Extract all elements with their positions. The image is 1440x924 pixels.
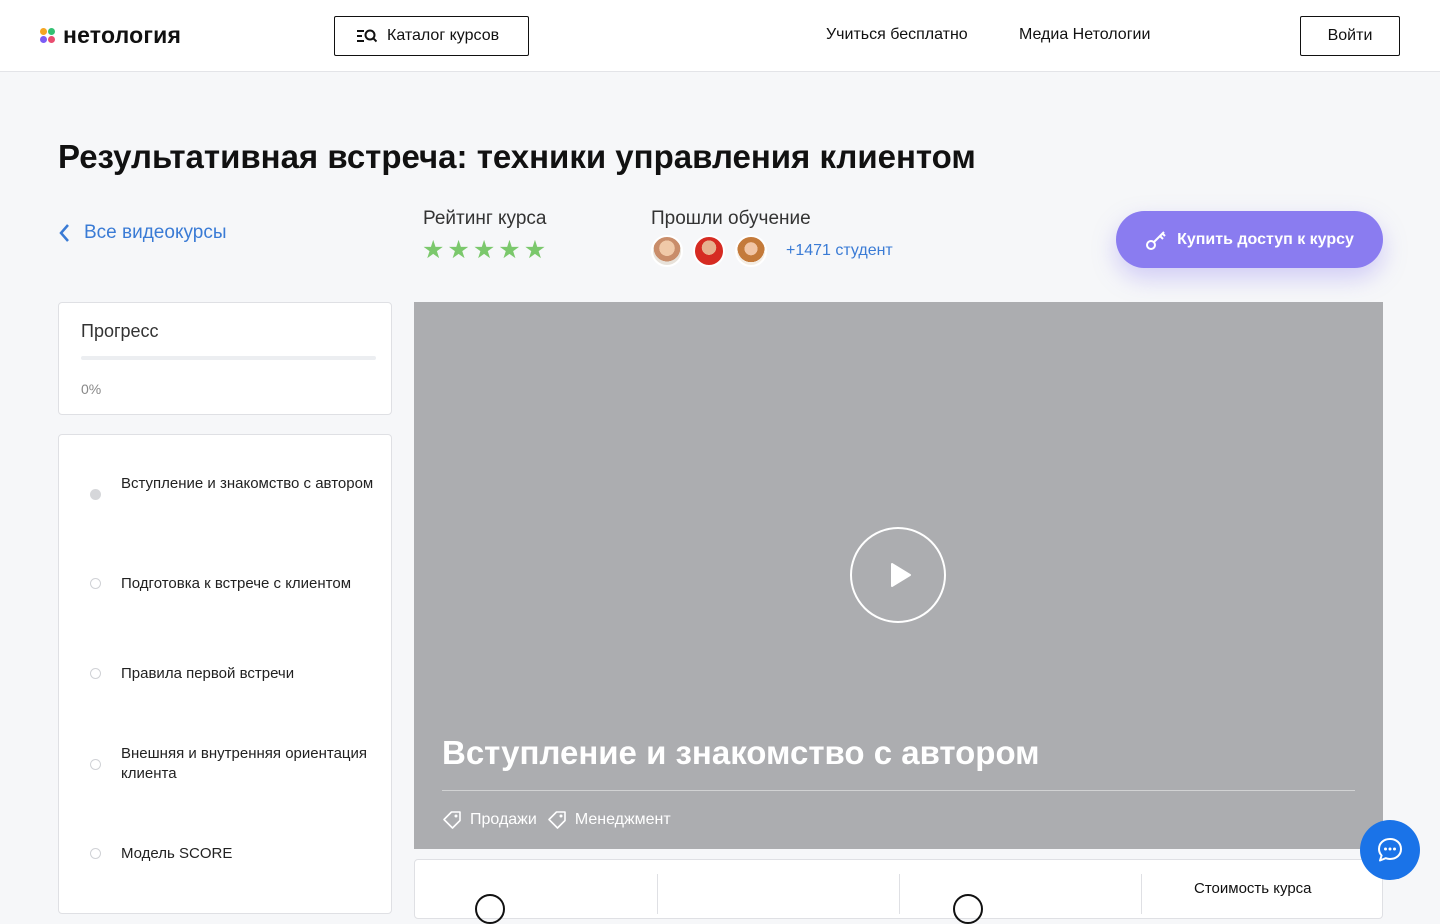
lesson-label: Внешняя и внутренняя ориентация клиента (121, 745, 368, 782)
student-avatars (651, 235, 767, 267)
lesson-status-dot (90, 578, 101, 589)
tag-icon (443, 811, 461, 829)
rating-label: Рейтинг курса (423, 208, 547, 229)
students-count[interactable]: +1471 студент (786, 242, 893, 260)
tag-sales[interactable]: Продажи (442, 810, 537, 830)
lesson-item[interactable]: Вступление и знакомство с автором (59, 474, 391, 514)
info-divider (657, 874, 658, 914)
rating-stars: ★ ★ ★ ★ ★ (422, 236, 546, 264)
back-to-courses-link[interactable]: Все видеокурсы (58, 222, 226, 244)
buy-access-button[interactable]: Купить доступ к курсу (1116, 211, 1383, 268)
catalog-button[interactable]: Каталог курсов (334, 16, 529, 56)
progress-bar (81, 356, 376, 360)
video-title: Вступление и знакомство с автором (442, 734, 1040, 771)
star-icon: ★ (472, 236, 496, 264)
page-title: Результативная встреча: техники управлен… (58, 138, 976, 175)
star-icon: ★ (498, 236, 521, 264)
progress-card: Прогресс 0% (58, 302, 392, 415)
logo-text: нетология (63, 22, 182, 48)
site-header: нетология Каталог курсов Учиться бесплат… (0, 0, 1440, 72)
tag-label: Продажи (470, 811, 537, 828)
tag-management[interactable]: Менеджмент (547, 810, 671, 830)
star-icon: ★ (447, 236, 470, 264)
logo[interactable]: нетология (40, 22, 181, 49)
star-icon: ★ (422, 236, 445, 264)
nav-learn-free[interactable]: Учиться бесплатно (826, 26, 968, 44)
lesson-label: Модель SCORE (121, 845, 233, 862)
lesson-status-dot (90, 489, 101, 500)
video-divider (442, 790, 1355, 791)
course-info-strip: Стоимость курса (414, 859, 1383, 924)
avatar (693, 235, 725, 267)
chevron-left-icon (59, 224, 69, 242)
progress-title: Прогресс (81, 321, 159, 341)
back-link-label: Все видеокурсы (84, 222, 227, 243)
video-player[interactable]: Вступление и знакомство с автором Продаж… (414, 302, 1383, 849)
nav-media[interactable]: Медиа Нетологии (1019, 26, 1150, 44)
lesson-status-dot (90, 668, 101, 679)
buy-access-label: Купить доступ к курсу (1177, 230, 1354, 248)
avatar (651, 235, 683, 267)
info-circle-icon (475, 894, 505, 924)
play-button[interactable] (850, 527, 946, 623)
login-button[interactable]: Войти (1300, 16, 1400, 56)
catalog-search-icon (357, 29, 377, 43)
lesson-label: Правила первой встречи (121, 665, 295, 682)
tag-label: Менеджмент (574, 811, 671, 828)
lesson-item[interactable]: Подготовка к встрече с клиентом (59, 574, 391, 594)
progress-value: 0% (81, 381, 102, 397)
star-icon: ★ (523, 236, 547, 264)
lesson-item[interactable]: Внешняя и внутренняя ориентация клиента (59, 744, 391, 784)
avatar (735, 235, 767, 267)
lesson-label: Вступление и знакомство с автором (121, 475, 374, 492)
info-divider (1141, 874, 1142, 914)
lessons-list: Вступление и знакомство с автором Подгот… (58, 434, 392, 914)
video-tags: Продажи Менеджмент (442, 810, 681, 830)
lesson-item[interactable]: Правила первой встречи (59, 664, 391, 684)
passed-label: Прошли обучение (651, 208, 811, 229)
info-divider (899, 874, 900, 914)
info-circle-icon (953, 894, 983, 924)
lesson-status-dot (90, 848, 101, 859)
play-icon (891, 563, 911, 587)
lesson-label: Подготовка к встрече с клиентом (121, 575, 352, 592)
cost-label: Стоимость курса (1194, 880, 1312, 897)
lesson-status-dot (90, 759, 101, 770)
chat-bubble-icon (1378, 838, 1402, 862)
chat-button[interactable] (1360, 820, 1420, 880)
logo-dots-icon (40, 27, 56, 44)
tag-icon (548, 811, 566, 829)
key-icon (1146, 230, 1166, 250)
catalog-label: Каталог курсов (387, 27, 500, 44)
lesson-item[interactable]: Модель SCORE (59, 844, 391, 864)
